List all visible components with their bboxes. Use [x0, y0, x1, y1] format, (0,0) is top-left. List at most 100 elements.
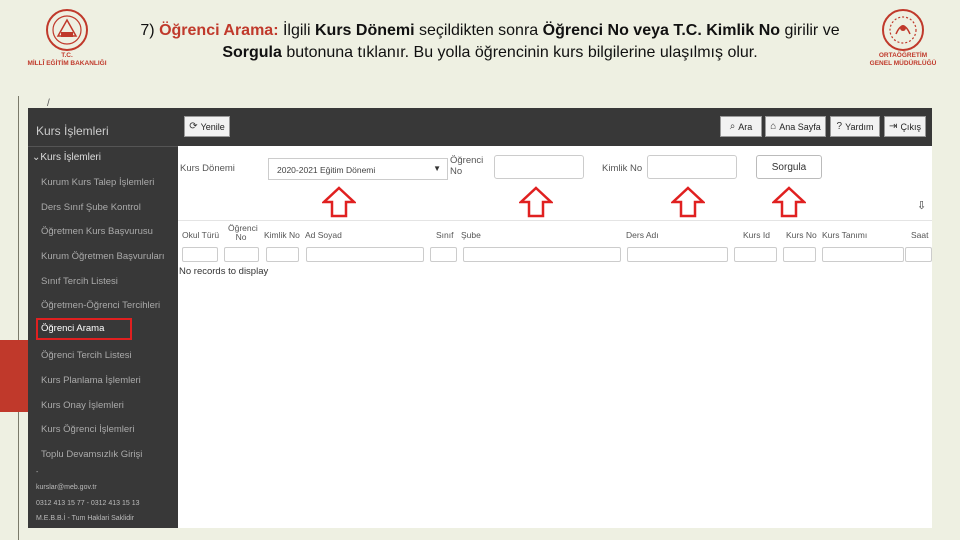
sidebar-item-ogretmen-ogrenci-tercihleri[interactable]: Öğretmen-Öğrenci Tercihleri [41, 300, 160, 311]
export-icon[interactable]: ⇩ [917, 199, 926, 212]
app-window: Kurs İşlemleri ⌄Kurs İşlemleri Kurum Kur… [28, 108, 932, 528]
caret-down-icon: ▼ [433, 164, 441, 173]
sidebar-title: Kurs İşlemleri [36, 124, 109, 138]
help-button[interactable]: ? Yardım [830, 116, 880, 137]
help-label: Yardım [845, 121, 874, 132]
col-sinif[interactable]: Sınıf [436, 231, 453, 240]
filter-sube[interactable] [463, 247, 621, 262]
col-ogrenci-no[interactable]: Öğrenci No [228, 224, 258, 242]
filter-sinif[interactable] [430, 247, 457, 262]
col-ders-adi[interactable]: Ders Adı [626, 231, 659, 240]
caption-num: 7) [140, 22, 160, 39]
filter-kurs-no[interactable] [783, 247, 816, 262]
ogm-logo-line1: ORTAÖĞRETİM [878, 52, 928, 59]
col-kurs-id[interactable]: Kurs Id [743, 231, 770, 240]
caption-bold-2: Öğrenci No veya T.C. Kimlik No [542, 22, 781, 39]
filter-saat[interactable] [905, 247, 932, 262]
grid-filter-row [178, 246, 932, 262]
sidebar-item-ogretmen-kurs-basvurusu[interactable]: Öğretmen Kurs Başvurusu [41, 226, 153, 237]
grid-header: Okul Türü Öğrenci No Kimlik No Ad Soyad … [178, 220, 932, 246]
meb-logo-line1: T.C. [61, 52, 73, 59]
caption-text-2: seçildikten sonra [414, 22, 543, 39]
annotation-arrow-up-icon [322, 186, 356, 218]
refresh-label: Yenile [200, 121, 225, 132]
tc-label: Kimlik No [602, 163, 643, 174]
filter-okul-turu[interactable] [182, 247, 218, 262]
annotation-arrow-up-icon [519, 186, 553, 218]
col-ad-soyad[interactable]: Ad Soyad [305, 231, 342, 240]
caption-bold-1: Kurs Dönemi [314, 22, 415, 39]
filter-ders-adi[interactable] [627, 247, 728, 262]
period-select-value: 2020-2021 Eğitim Dönemi [277, 165, 376, 175]
decorative-line [18, 96, 19, 540]
ogm-emblem-icon [882, 9, 924, 51]
sidebar-footer-dash: - [36, 469, 39, 476]
sidebar-item-sinif-tercih-listesi[interactable]: Sınıf Tercih Listesi [41, 276, 118, 287]
search-icon: ⌕ [729, 121, 736, 132]
sidebar: Kurs İşlemleri ⌄Kurs İşlemleri Kurum Kur… [28, 108, 178, 528]
meb-emblem-icon [46, 9, 88, 51]
col-sube[interactable]: Şube [461, 231, 481, 240]
tc-input[interactable] [647, 155, 737, 179]
exit-button[interactable]: ⇥ Çıkış [884, 116, 926, 137]
sidebar-item-kurs-onay[interactable]: Kurs Onay İşlemleri [41, 400, 124, 411]
home-icon: ⌂ [770, 121, 777, 132]
meb-logo-line2: MİLLÎ EĞİTİM BAKANLIĞI [27, 60, 107, 67]
ogm-logo: ORTAÖĞRETİM GENEL MÜDÜRLÜĞÜ [848, 8, 958, 74]
empty-grid-message: No records to display [179, 266, 269, 277]
sidebar-group-label: Kurs İşlemleri [40, 152, 101, 163]
annotation-arrow-up-icon [772, 186, 806, 218]
home-button[interactable]: ⌂ Ana Sayfa [765, 116, 826, 137]
help-icon: ? [836, 121, 843, 132]
col-kurs-no[interactable]: Kurs No [786, 231, 817, 240]
sidebar-item-kurum-kurs-talep[interactable]: Kurum Kurs Talep İşlemleri [41, 177, 154, 188]
caption-text-3: girilir ve [780, 22, 840, 39]
student-no-label: Öğrenci No [450, 155, 483, 177]
col-kimlik-no[interactable]: Kimlik No [264, 231, 300, 240]
filter-kurs-id[interactable] [734, 247, 777, 262]
sidebar-item-kurs-planlama[interactable]: Kurs Planlama İşlemleri [41, 375, 141, 386]
period-select[interactable]: 2020-2021 Eğitim Dönemi ▼ [268, 158, 448, 180]
caption-text-1: İlgili [278, 22, 315, 39]
sidebar-footer-credit: M.E.B.B.İ - Tum Haklari Saklidir [36, 515, 135, 522]
caption-bold-3: Sorgula [222, 44, 282, 61]
sidebar-item-toplu-devamsizlik[interactable]: Toplu Devamsızlık Girişi [41, 449, 142, 460]
filter-kimlik-no[interactable] [266, 247, 299, 262]
sidebar-item-kurum-ogretmen-basvurulari[interactable]: Kurum Öğretmen Başvuruları [41, 251, 165, 262]
annotation-arrow-up-icon [671, 186, 705, 218]
col-kurs-tanimi[interactable]: Kurs Tanımı [822, 231, 867, 240]
student-no-label-line1: Öğrenci [450, 155, 484, 166]
sidebar-item-kurs-ogrenci[interactable]: Kurs Öğrenci İşlemleri [41, 424, 134, 435]
sidebar-footer-phone: 0312 413 15 77 - 0312 413 15 13 [36, 500, 140, 507]
search-button[interactable]: ⌕ Ara [720, 116, 762, 137]
slide-caption: 7) Öğrenci Arama: İlgili Kurs Dönemi seç… [130, 20, 850, 64]
main-panel: ⟳ Yenile ⌕ Ara ⌂ Ana Sayfa ? Yardım ⇥ Çıkış K… [178, 108, 932, 528]
filter-kurs-tanimi[interactable] [822, 247, 904, 262]
exit-label: Çıkış [900, 121, 921, 132]
filter-row: Kurs Dönemi 2020-2021 Eğitim Dönemi ▼ Öğ… [178, 146, 932, 212]
home-label: Ana Sayfa [779, 121, 821, 132]
sidebar-item-ogrenci-arama[interactable]: Öğrenci Arama [36, 318, 133, 340]
sidebar-divider [28, 146, 178, 147]
student-no-input[interactable] [494, 155, 584, 179]
toolbar: ⟳ Yenile ⌕ Ara ⌂ Ana Sayfa ? Yardım ⇥ Çıkış [178, 108, 932, 146]
ogm-logo-line2: GENEL MÜDÜRLÜĞÜ [869, 60, 937, 67]
period-label: Kurs Dönemi [180, 163, 235, 174]
col-okul-turu[interactable]: Okul Türü [182, 231, 219, 240]
sidebar-item-ogrenci-tercih-listesi[interactable]: Öğrenci Tercih Listesi [41, 350, 132, 361]
sidebar-item-ders-sinif-sube[interactable]: Ders Sınıf Şube Kontrol [41, 202, 141, 213]
search-label: Ara [738, 121, 753, 132]
refresh-button[interactable]: ⟳ Yenile [184, 116, 230, 137]
col-saat[interactable]: Saat [911, 231, 929, 240]
exit-icon: ⇥ [889, 121, 898, 132]
filter-ogrenci-no[interactable] [224, 247, 259, 262]
decorative-red-bar [0, 340, 28, 412]
meb-logo: T.C. MİLLÎ EĞİTİM BAKANLIĞI [12, 8, 122, 74]
sidebar-footer-email[interactable]: kurslar@meb.gov.tr [36, 484, 97, 491]
query-button[interactable]: Sorgula [756, 155, 822, 179]
student-no-label-line2: No [450, 166, 463, 177]
filter-ad-soyad[interactable] [306, 247, 424, 262]
caption-title: Öğrenci Arama: [159, 22, 279, 39]
sidebar-group-kurs-islemleri[interactable]: ⌄Kurs İşlemleri [32, 152, 101, 163]
refresh-icon: ⟳ [189, 121, 198, 132]
